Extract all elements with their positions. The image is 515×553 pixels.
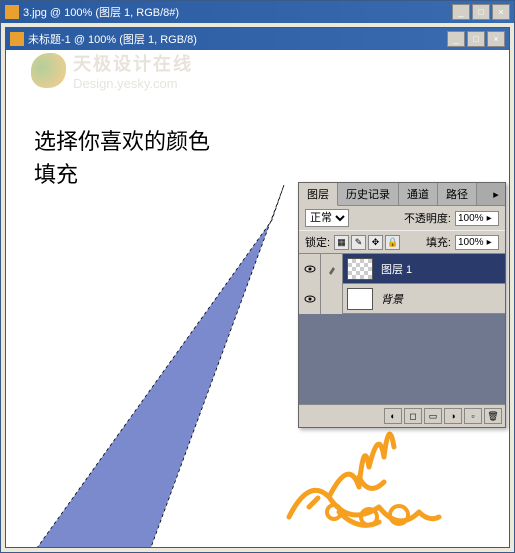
outer-window: 3.jpg @ 100% (图层 1, RGB/8#) _ □ × 未标题-1 … (0, 0, 515, 553)
layer-style-button[interactable]: ◐ (384, 408, 402, 424)
triangle-selection (14, 185, 289, 547)
outer-title: 3.jpg @ 100% (图层 1, RGB/8#) (23, 4, 452, 20)
lock-transparency-icon[interactable]: ▦ (334, 235, 349, 250)
document-icon (5, 5, 19, 19)
tab-layers[interactable]: 图层 (299, 183, 338, 206)
eye-icon (304, 295, 316, 303)
document-icon (10, 32, 24, 46)
layers-panel: 图层 历史记录 通道 路径 ▸ 正常 不透明度: 100%▸ (298, 182, 506, 428)
tab-paths[interactable]: 路径 (438, 183, 477, 205)
link-toggle[interactable] (321, 284, 343, 314)
lock-move-icon[interactable]: ✥ (368, 235, 383, 250)
close-button[interactable]: × (492, 4, 510, 20)
link-toggle[interactable] (321, 254, 343, 284)
opacity-input[interactable]: 100%▸ (455, 211, 499, 226)
delete-layer-button[interactable]: 🗑 (484, 408, 502, 424)
outer-titlebar: 3.jpg @ 100% (图层 1, RGB/8#) _ □ × (1, 1, 514, 23)
layer-name: 背景 (377, 291, 403, 307)
inner-title: 未标题-1 @ 100% (图层 1, RGB/8) (28, 31, 447, 47)
lock-all-icon[interactable]: 🔒 (385, 235, 400, 250)
panel-footer: ◐ ◻ ▭ ◑ ▫ 🗑 (299, 404, 505, 427)
blend-mode-select[interactable]: 正常 (305, 209, 349, 227)
layer-thumbnail (347, 258, 373, 280)
layer-thumbnail (347, 288, 373, 310)
watermark-cn: 天极设计在线 (73, 50, 193, 76)
watermark-logo-icon (31, 53, 66, 88)
window-controls: _ □ × (447, 31, 505, 47)
visibility-toggle[interactable] (299, 254, 321, 284)
fill-label: 填充: (426, 234, 451, 250)
tab-channels[interactable]: 通道 (399, 183, 438, 205)
minimize-button[interactable]: _ (447, 31, 465, 47)
blend-opacity-row: 正常 不透明度: 100%▸ (299, 206, 505, 230)
layer-name: 图层 1 (377, 261, 412, 277)
new-group-button[interactable]: ▭ (424, 408, 442, 424)
watermark: 天极设计在线 Design.yesky.com (31, 50, 193, 91)
tab-history[interactable]: 历史记录 (338, 183, 399, 205)
brush-icon (327, 263, 337, 275)
lock-brush-icon[interactable]: ✎ (351, 235, 366, 250)
close-button[interactable]: × (487, 31, 505, 47)
canvas[interactable]: 天极设计在线 Design.yesky.com 选择你喜欢的颜色 填充 (6, 50, 509, 547)
visibility-toggle[interactable] (299, 284, 321, 314)
lock-label: 锁定: (305, 234, 330, 250)
layer-list: 图层 1 背景 (299, 254, 505, 404)
panel-tabs: 图层 历史记录 通道 路径 ▸ (299, 183, 505, 206)
panel-menu-icon[interactable]: ▸ (487, 183, 505, 205)
layer-item[interactable]: 背景 (299, 284, 505, 314)
inner-titlebar: 未标题-1 @ 100% (图层 1, RGB/8) _ □ × (6, 28, 509, 50)
instruction-text: 选择你喜欢的颜色 填充 (34, 125, 210, 191)
watermark-en: Design.yesky.com (73, 76, 193, 91)
inner-window: 未标题-1 @ 100% (图层 1, RGB/8) _ □ × 天极设计在线 … (5, 27, 510, 548)
opacity-label: 不透明度: (404, 210, 451, 226)
adjustment-button[interactable]: ◑ (444, 408, 462, 424)
new-layer-button[interactable]: ▫ (464, 408, 482, 424)
instruction-line1: 选择你喜欢的颜色 (34, 125, 210, 158)
layer-item[interactable]: 图层 1 (299, 254, 505, 284)
eye-icon (304, 265, 316, 273)
maximize-button[interactable]: □ (472, 4, 490, 20)
lock-row: 锁定: ▦ ✎ ✥ 🔒 填充: 100%▸ (299, 230, 505, 254)
maximize-button[interactable]: □ (467, 31, 485, 47)
fill-input[interactable]: 100%▸ (455, 235, 499, 250)
window-controls: _ □ × (452, 4, 510, 20)
minimize-button[interactable]: _ (452, 4, 470, 20)
layer-mask-button[interactable]: ◻ (404, 408, 422, 424)
